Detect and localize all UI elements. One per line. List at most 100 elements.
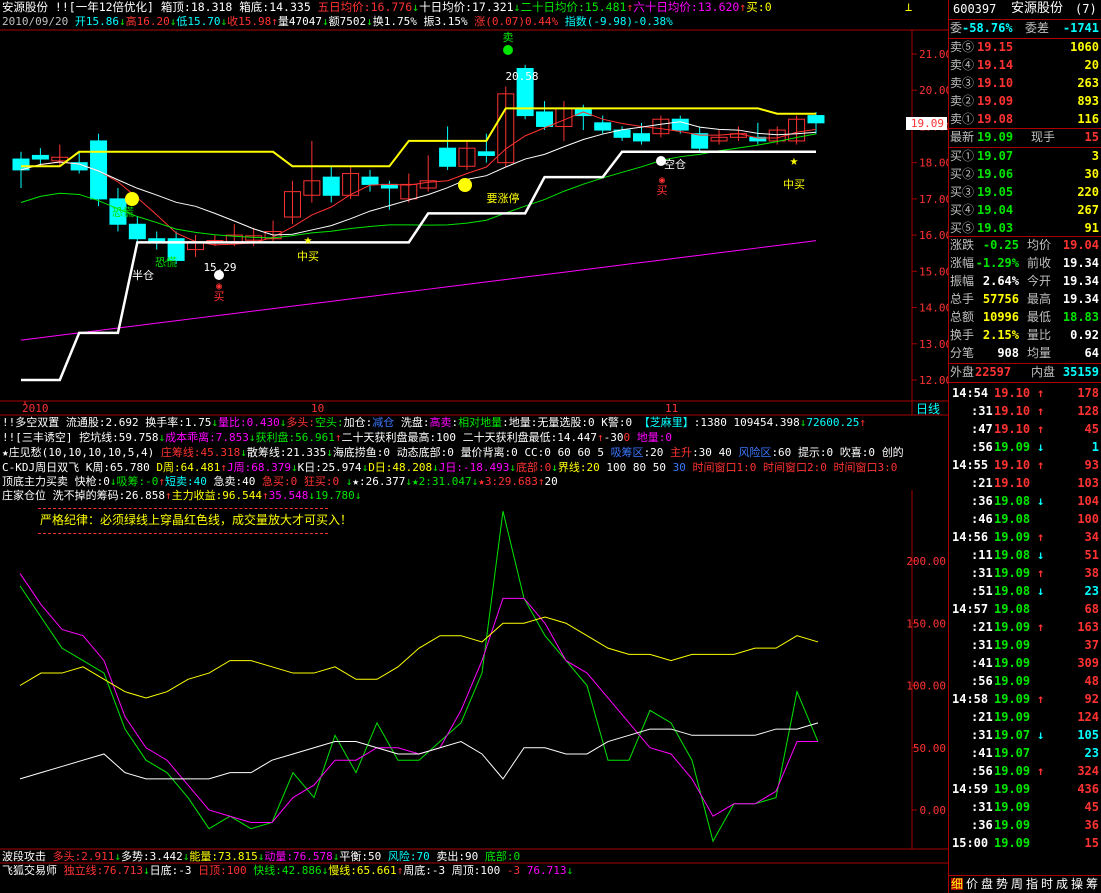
panel-tab[interactable]: 操 — [1071, 878, 1083, 890]
sell-price: 19.14 — [977, 58, 1014, 72]
tick-arrow: ↑ — [1037, 422, 1045, 436]
empty-dot-icon — [656, 156, 666, 166]
tick-price: 19.09 — [994, 440, 1031, 454]
buy-marker-icon: ◉ — [659, 175, 665, 186]
indicator-seg: 60 — [577, 446, 598, 459]
indicator-seg: ↑ — [164, 489, 172, 502]
tick-row: 14:55 19.10 ↑ 93 — [949, 456, 1101, 474]
buy-price: 19.06 — [977, 167, 1014, 181]
tick-volume: 23 — [1084, 746, 1099, 760]
xianshou-value: 15 — [1084, 130, 1099, 144]
indicator-seg: 散筹线:21.335 — [246, 446, 327, 459]
ma60-line — [20, 240, 817, 341]
x-label: 2010 — [22, 402, 49, 415]
indicator-seg: 主力收益:96.544 — [171, 489, 262, 502]
bottom-indicator-seg: 周底:-3 — [403, 864, 452, 877]
tick-time: 14:56 — [952, 530, 989, 544]
indicator-seg: !![三丰诱空] — [2, 431, 80, 444]
tick-volume: 1 — [1091, 440, 1099, 454]
indicator-seg: 80 — [632, 461, 653, 474]
tick-time: :47 — [971, 422, 993, 436]
tick-volume: 128 — [1077, 404, 1099, 418]
indicator-seg: ↓ — [308, 489, 315, 502]
bottom-indicator-line: 波段攻击 多头:2.911↓多势:3.442↓能量:73.815↓动量:76.5… — [2, 851, 520, 862]
indicator-seg: 时间窗口2:0 — [763, 461, 834, 474]
panel-tab[interactable]: 细 — [951, 878, 964, 890]
smiley-icon — [125, 192, 139, 206]
indicator-seg: 换手率:1.75 — [145, 416, 212, 429]
tick-time: :21 — [971, 710, 993, 724]
tick-row: :11 19.08 ↓ 51 — [949, 546, 1101, 564]
indicator-seg: 吸筹区 — [610, 446, 644, 459]
bottom-indicator-seg: 76.713 — [526, 864, 567, 877]
panel-tab[interactable]: 成 — [1056, 878, 1068, 890]
indicator-seg: 二十天获利盘最低:14.447 — [462, 431, 597, 444]
tick-time: :11 — [971, 548, 993, 562]
indicator-seg: D日:48.208 — [368, 461, 433, 474]
tick-arrow: ↑ — [1037, 386, 1045, 400]
stat-value: 19.04 — [1062, 238, 1099, 252]
tick-row: 14:57 19.08 68 — [949, 600, 1101, 618]
tick-arrow: ↓ — [1037, 728, 1045, 742]
indicator-seg: ★:26.377 — [352, 475, 406, 488]
candle-body — [536, 111, 554, 127]
indicator-seg: 洗不掉的筹码:26.858 — [52, 489, 165, 502]
indicator-seg: 35.548 — [268, 489, 309, 502]
tick-arrow: ↑ — [1037, 530, 1045, 544]
indicator-seg: ↓ — [432, 461, 439, 474]
indicator-line: 庄家仓位 洗不掉的筹码:26.858↑主力收益:96.544↑35.548↓19… — [2, 490, 361, 501]
chart-area[interactable]: 安源股份 !![一年12倍优化] 箱顶:18.318 箱底:14.335 五日均… — [0, 0, 948, 893]
stat-row: 总手 57756 最高 19.34 — [949, 291, 1101, 308]
bottom-indicator-seg: 卖出:90 — [436, 850, 485, 863]
tick-volume: 15 — [1084, 836, 1099, 850]
tick-price: 19.09 — [994, 782, 1031, 796]
quote-panel: 600397 安源股份 (7) 委 -58.76% 委差 -1741 卖⑤ 19.… — [948, 0, 1101, 893]
indicator-seg: 顶底主力买卖 — [2, 475, 75, 488]
indicator-seg: 主升 — [670, 446, 693, 459]
tick-row: 14:54 19.10 ↑ 178 — [949, 384, 1101, 402]
bottom-indicator-seg: ↓ — [566, 864, 574, 877]
tick-price: 19.09 — [994, 710, 1031, 724]
stock-header: 600397 安源股份 (7) — [949, 0, 1101, 19]
xianshou-label: 现手 — [1031, 130, 1056, 144]
sub-y-tick-label: 100.00 — [906, 680, 946, 693]
sell-label: 卖③ — [950, 76, 975, 90]
buy-volume: 91 — [1084, 221, 1099, 235]
panel-tab[interactable]: 时 — [1041, 878, 1053, 890]
tick-row: :41 19.07 23 — [949, 744, 1101, 762]
mid-buy-label: 中买 — [783, 178, 805, 191]
indicator-seg: 量比:0.430 — [217, 416, 280, 429]
stat-value: 19.34 — [1062, 274, 1099, 288]
inout-row: 外盘 22597 内盘 35159 — [949, 364, 1101, 381]
panel-tab[interactable]: 势 — [996, 878, 1008, 890]
indicator-seg: ↑ — [596, 431, 604, 444]
panel-tab[interactable]: 价 — [966, 878, 978, 890]
tick-volume: 104 — [1077, 494, 1099, 508]
panel-tab[interactable]: 筹 — [1086, 878, 1098, 890]
candle-body — [691, 133, 709, 149]
bottom-indicator-seg: 波段攻击 — [2, 850, 53, 863]
tick-arrow: ↓ — [1037, 494, 1045, 508]
bottom-indicator-seg: 动量:76.578 — [264, 850, 333, 863]
tick-arrow: ↓ — [1037, 584, 1045, 598]
indicator-seg: 庄筹线:45.318 — [160, 446, 241, 459]
indicator-seg: 109454.398 — [733, 416, 800, 429]
star-icon: ★ — [304, 232, 313, 248]
panel-tab[interactable]: 周 — [1011, 878, 1023, 890]
tick-volume: 38 — [1084, 566, 1099, 580]
indicator-seg: 量价背离:0 — [460, 446, 525, 459]
support-line — [21, 150, 816, 382]
stat-label: 总手 — [950, 292, 975, 306]
stat-label: 最低 — [1027, 310, 1052, 324]
tick-row: :31 19.09 45 — [949, 798, 1101, 816]
panel-tab[interactable]: 盘 — [981, 878, 993, 890]
buy-marker-icon: ◉ — [216, 281, 222, 292]
indicator-seg: 20 — [544, 475, 558, 488]
panel-tab[interactable]: 指 — [1026, 878, 1038, 890]
empty-position-label: 空仓 — [664, 157, 686, 171]
indicator-line: C-KDJ周日双飞 K周:65.780 D周:64.481↑J周:68.379↓… — [2, 462, 897, 473]
tick-time: 14:58 — [952, 692, 989, 706]
indicator-seg: 50 — [652, 461, 673, 474]
tick-row: :46 19.08 100 — [949, 510, 1101, 528]
period-label: 日线 — [916, 402, 940, 416]
